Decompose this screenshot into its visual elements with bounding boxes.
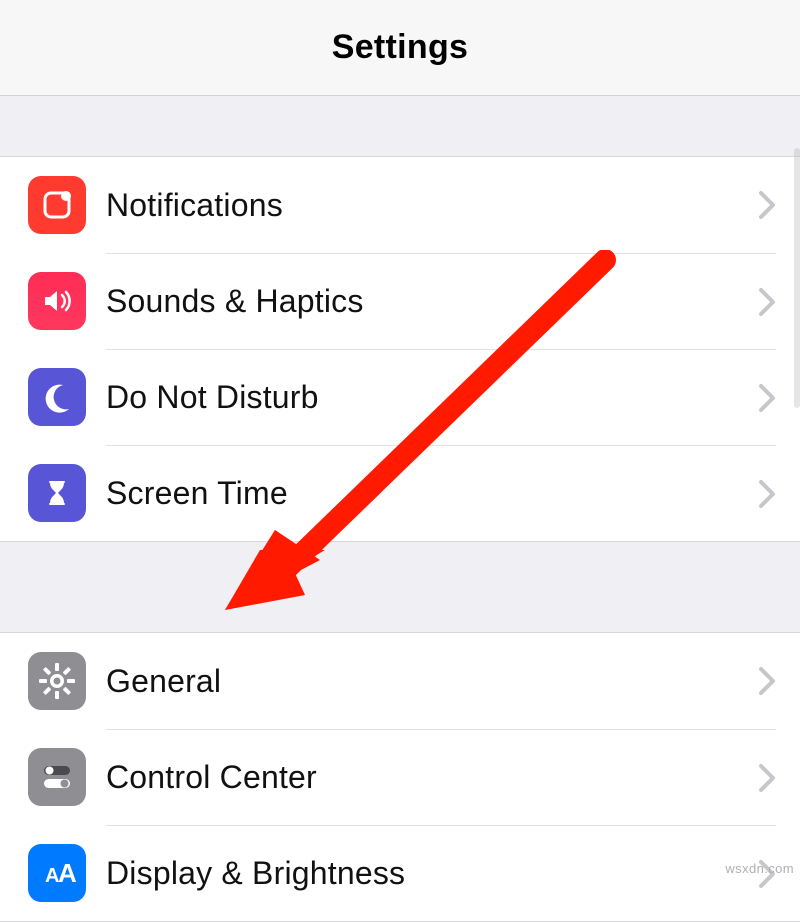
row-label: Notifications — [106, 187, 750, 224]
chevron-right-icon — [758, 666, 776, 696]
row-screentime[interactable]: Screen Time — [0, 445, 800, 541]
row-label: Sounds & Haptics — [106, 283, 750, 320]
row-dnd[interactable]: Do Not Disturb — [0, 349, 800, 445]
chevron-right-icon — [758, 383, 776, 413]
row-label: Do Not Disturb — [106, 379, 750, 416]
svg-text:A: A — [58, 858, 77, 888]
row-controlcenter[interactable]: Control Center — [0, 729, 800, 825]
watermark: wsxdn.com — [725, 861, 794, 876]
chevron-right-icon — [758, 479, 776, 509]
row-general[interactable]: General — [0, 633, 800, 729]
chevron-right-icon — [758, 763, 776, 793]
row-notifications[interactable]: Notifications — [0, 157, 800, 253]
text-size-icon: A A — [28, 844, 86, 902]
chevron-right-icon — [758, 190, 776, 220]
notifications-icon — [28, 176, 86, 234]
gear-icon — [28, 652, 86, 710]
hourglass-icon — [28, 464, 86, 522]
page-title: Settings — [332, 28, 469, 67]
group-spacer — [0, 96, 800, 156]
toggles-icon — [28, 748, 86, 806]
header: Settings — [0, 0, 800, 96]
scrollbar[interactable] — [794, 148, 800, 408]
row-label: Control Center — [106, 759, 750, 796]
settings-group-2: General Control Center A A — [0, 632, 800, 922]
row-label: Screen Time — [106, 475, 750, 512]
row-label: Display & Brightness — [106, 855, 750, 892]
moon-icon — [28, 368, 86, 426]
group-spacer — [0, 542, 800, 632]
speaker-icon — [28, 272, 86, 330]
settings-group-1: Notifications Sounds & Haptics — [0, 156, 800, 542]
chevron-right-icon — [758, 287, 776, 317]
row-display[interactable]: A A Display & Brightness — [0, 825, 800, 921]
row-label: General — [106, 663, 750, 700]
row-sounds[interactable]: Sounds & Haptics — [0, 253, 800, 349]
